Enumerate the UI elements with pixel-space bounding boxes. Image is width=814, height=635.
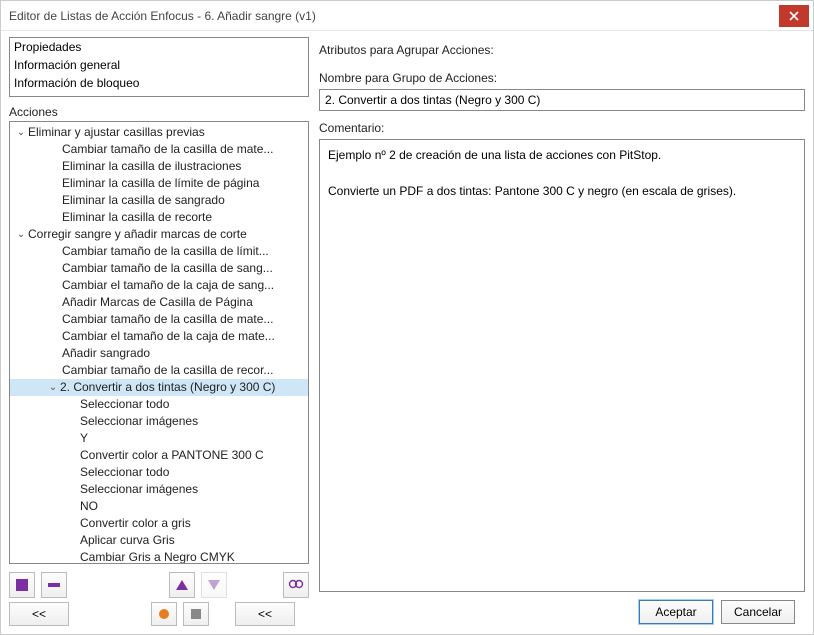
properties-list[interactable]: Propiedades Información general Informac… [9, 37, 309, 97]
tree-item-label: Cambiar tamaño de la casilla de mate... [62, 311, 273, 328]
tree-item-label: Seleccionar todo [80, 464, 169, 481]
tree-row[interactable]: Cambiar el tamaño de la caja de mate... [10, 328, 308, 345]
tree-item-label: Corregir sangre y añadir marcas de corte [28, 226, 247, 243]
tree-item-label: Convertir color a PANTONE 300 C [80, 447, 264, 464]
view-button[interactable] [283, 572, 309, 598]
tree-row[interactable]: ⌄Eliminar y ajustar casillas previas [10, 124, 308, 141]
tree-row[interactable]: Eliminar la casilla de sangrado [10, 192, 308, 209]
tree-item-label: Añadir sangrado [62, 345, 150, 362]
tree-item-label: NO [80, 498, 98, 515]
list-item[interactable]: Información de bloqueo [10, 74, 308, 92]
tree-row[interactable]: ⌄2. Convertir a dos tintas (Negro y 300 … [10, 379, 308, 396]
tree-row[interactable]: Seleccionar todo [10, 464, 308, 481]
title-bar: Editor de Listas de Acción Enfocus - 6. … [1, 1, 813, 31]
tree-row[interactable]: Seleccionar imágenes [10, 481, 308, 498]
tree-item-label: Cambiar tamaño de la casilla de mate... [62, 141, 273, 158]
cancel-button[interactable]: Cancelar [721, 600, 795, 624]
nav-prev-button[interactable]: << [9, 602, 69, 626]
tree-row[interactable]: Y [10, 430, 308, 447]
tree-item-label: Eliminar la casilla de límite de página [62, 175, 259, 192]
tree-row[interactable]: Cambiar tamaño de la casilla de sang... [10, 260, 308, 277]
move-down-button[interactable] [201, 572, 227, 598]
tree-row[interactable]: Cambiar el tamaño de la caja de sang... [10, 277, 308, 294]
tree-row[interactable]: Cambiar Gris a Negro CMYK [10, 549, 308, 564]
ok-button[interactable]: Aceptar [639, 600, 713, 624]
expand-icon[interactable]: ⌄ [14, 226, 28, 243]
tree-toolbar [9, 564, 309, 602]
tree-item-label: 2. Convertir a dos tintas (Negro y 300 C… [60, 379, 275, 396]
tree-item-label: Seleccionar todo [80, 396, 169, 413]
tree-item-label: Añadir Marcas de Casilla de Página [62, 294, 253, 311]
tree-row[interactable]: Eliminar la casilla de límite de página [10, 175, 308, 192]
tree-row[interactable]: Cambiar tamaño de la casilla de mate... [10, 141, 308, 158]
comment-label: Comentario: [319, 121, 805, 135]
tree-item-label: Seleccionar imágenes [80, 413, 198, 430]
record-button[interactable] [151, 602, 177, 626]
tree-item-label: Cambiar tamaño de la casilla de sang... [62, 260, 273, 277]
tree-item-label: Cambiar tamaño de la casilla de recor... [62, 362, 273, 379]
expand-icon[interactable]: ⌄ [46, 379, 60, 396]
group-attrs-heading: Atributos para Agrupar Acciones: [319, 43, 805, 57]
tree-item-label: Cambiar el tamaño de la caja de sang... [62, 277, 274, 294]
tree-nav: << << [9, 602, 309, 634]
tree-row[interactable]: Convertir color a gris [10, 515, 308, 532]
tree-heading: Acciones [9, 103, 309, 121]
tree-item-label: Aplicar curva Gris [80, 532, 175, 549]
tree-item-label: Eliminar la casilla de ilustraciones [62, 158, 241, 175]
tree-row[interactable]: Cambiar tamaño de la casilla de recor... [10, 362, 308, 379]
tree-item-label: Eliminar y ajustar casillas previas [28, 124, 205, 141]
actions-tree[interactable]: ⌄Eliminar y ajustar casillas previasCamb… [9, 121, 309, 564]
dialog-footer: Aceptar Cancelar [319, 592, 805, 634]
window-title: Editor de Listas de Acción Enfocus - 6. … [9, 9, 779, 23]
tree-row[interactable]: Aplicar curva Gris [10, 532, 308, 549]
tree-item-label: Cambiar tamaño de la casilla de límit... [62, 243, 269, 260]
tree-row[interactable]: Cambiar tamaño de la casilla de límit... [10, 243, 308, 260]
add-button[interactable] [9, 572, 35, 598]
close-button[interactable] [779, 5, 809, 27]
tree-row[interactable]: Añadir Marcas de Casilla de Página [10, 294, 308, 311]
tree-item-label: Cambiar Gris a Negro CMYK [80, 549, 235, 564]
tree-row[interactable]: Eliminar la casilla de ilustraciones [10, 158, 308, 175]
group-name-label: Nombre para Grupo de Acciones: [319, 71, 805, 85]
move-up-button[interactable] [169, 572, 195, 598]
tree-row[interactable]: Convertir color a PANTONE 300 C [10, 447, 308, 464]
tree-item-label: Eliminar la casilla de recorte [62, 209, 212, 226]
nav-next-button[interactable]: << [235, 602, 295, 626]
remove-button[interactable] [41, 572, 67, 598]
tree-item-label: Cambiar el tamaño de la caja de mate... [62, 328, 275, 345]
tree-item-label: Eliminar la casilla de sangrado [62, 192, 225, 209]
tree-row[interactable]: Seleccionar imágenes [10, 413, 308, 430]
tree-item-label: Y [80, 430, 88, 447]
tree-row[interactable]: Eliminar la casilla de recorte [10, 209, 308, 226]
stop-button[interactable] [183, 602, 209, 626]
expand-icon[interactable]: ⌄ [14, 124, 28, 141]
group-name-input[interactable] [319, 89, 805, 111]
tree-row[interactable]: Añadir sangrado [10, 345, 308, 362]
list-item[interactable]: Información general [10, 56, 308, 74]
tree-item-label: Convertir color a gris [80, 515, 191, 532]
comment-textarea[interactable] [319, 139, 805, 592]
tree-row[interactable]: ⌄Corregir sangre y añadir marcas de cort… [10, 226, 308, 243]
tree-item-label: Seleccionar imágenes [80, 481, 198, 498]
tree-row[interactable]: Seleccionar todo [10, 396, 308, 413]
tree-row[interactable]: Cambiar tamaño de la casilla de mate... [10, 311, 308, 328]
tree-row[interactable]: NO [10, 498, 308, 515]
list-item[interactable]: Propiedades [10, 38, 308, 56]
